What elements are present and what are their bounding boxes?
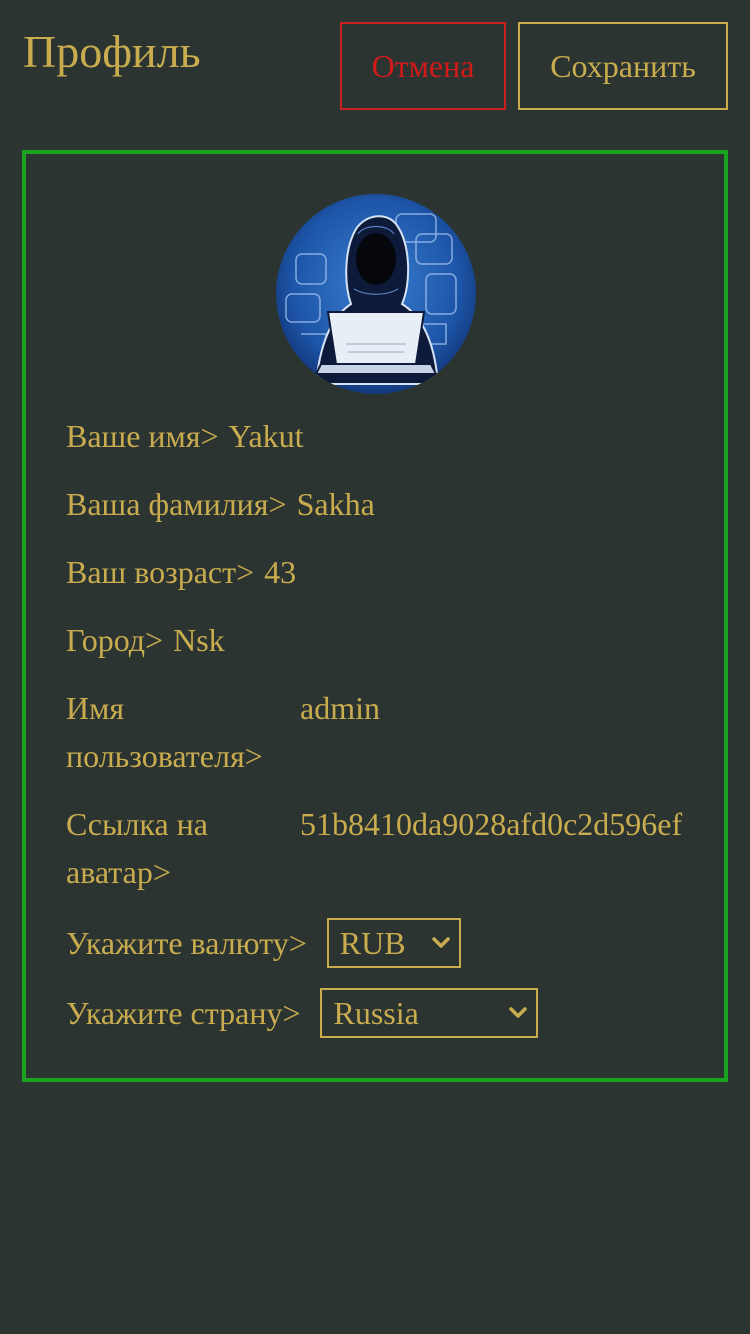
country-selected-value: Russia [333, 995, 419, 1031]
city-value[interactable]: Nsk [173, 622, 225, 658]
currency-row: Укажите валюту> RUB [66, 918, 461, 968]
age-value[interactable]: 43 [264, 554, 296, 590]
profile-card: Ваше имя> Yakut Ваша фамилия> Sakha Ваш во… [22, 150, 728, 1082]
avatar-link-value[interactable]: 51b8410da9028afd0c2d596ef [300, 800, 682, 848]
cancel-button[interactable]: Отмена [340, 22, 506, 110]
avatar [276, 194, 476, 394]
currency-select[interactable]: RUB [326, 918, 461, 968]
username-label: Имя пользователя> [66, 690, 263, 774]
avatar-link-row: Ссылка на аватар> 51b8410da9028afd0c2d59… [66, 800, 706, 896]
last-name-value[interactable]: Sakha [297, 486, 375, 522]
last-name-row: Ваша фамилия> Sakha [66, 480, 375, 528]
page-title: Профиль [23, 26, 201, 77]
age-label: Ваш возраст> [66, 554, 255, 590]
avatar-link-label: Ссылка на аватар> [66, 806, 208, 890]
country-select[interactable]: Russia [320, 988, 539, 1038]
first-name-value[interactable]: Yakut [229, 418, 304, 454]
username-value[interactable]: admin [300, 684, 380, 732]
currency-label: Укажите валюту> [66, 925, 307, 961]
save-button[interactable]: Сохранить [518, 22, 728, 110]
city-label: Город> [66, 622, 164, 658]
city-row: Город> Nsk [66, 616, 225, 664]
last-name-label: Ваша фамилия> [66, 486, 287, 522]
username-row: Имя пользователя> admin [66, 684, 706, 780]
hooded-hacker-avatar-icon [276, 194, 476, 394]
age-row: Ваш возраст> 43 [66, 548, 296, 596]
currency-selected-value: RUB [339, 925, 406, 961]
first-name-row: Ваше имя> Yakut [66, 412, 304, 460]
country-row: Укажите страну> Russia [66, 988, 539, 1038]
chevron-down-icon [432, 937, 450, 948]
country-label: Укажите страну> [66, 995, 301, 1031]
first-name-label: Ваше имя> [66, 418, 219, 454]
chevron-down-icon [509, 1007, 528, 1018]
